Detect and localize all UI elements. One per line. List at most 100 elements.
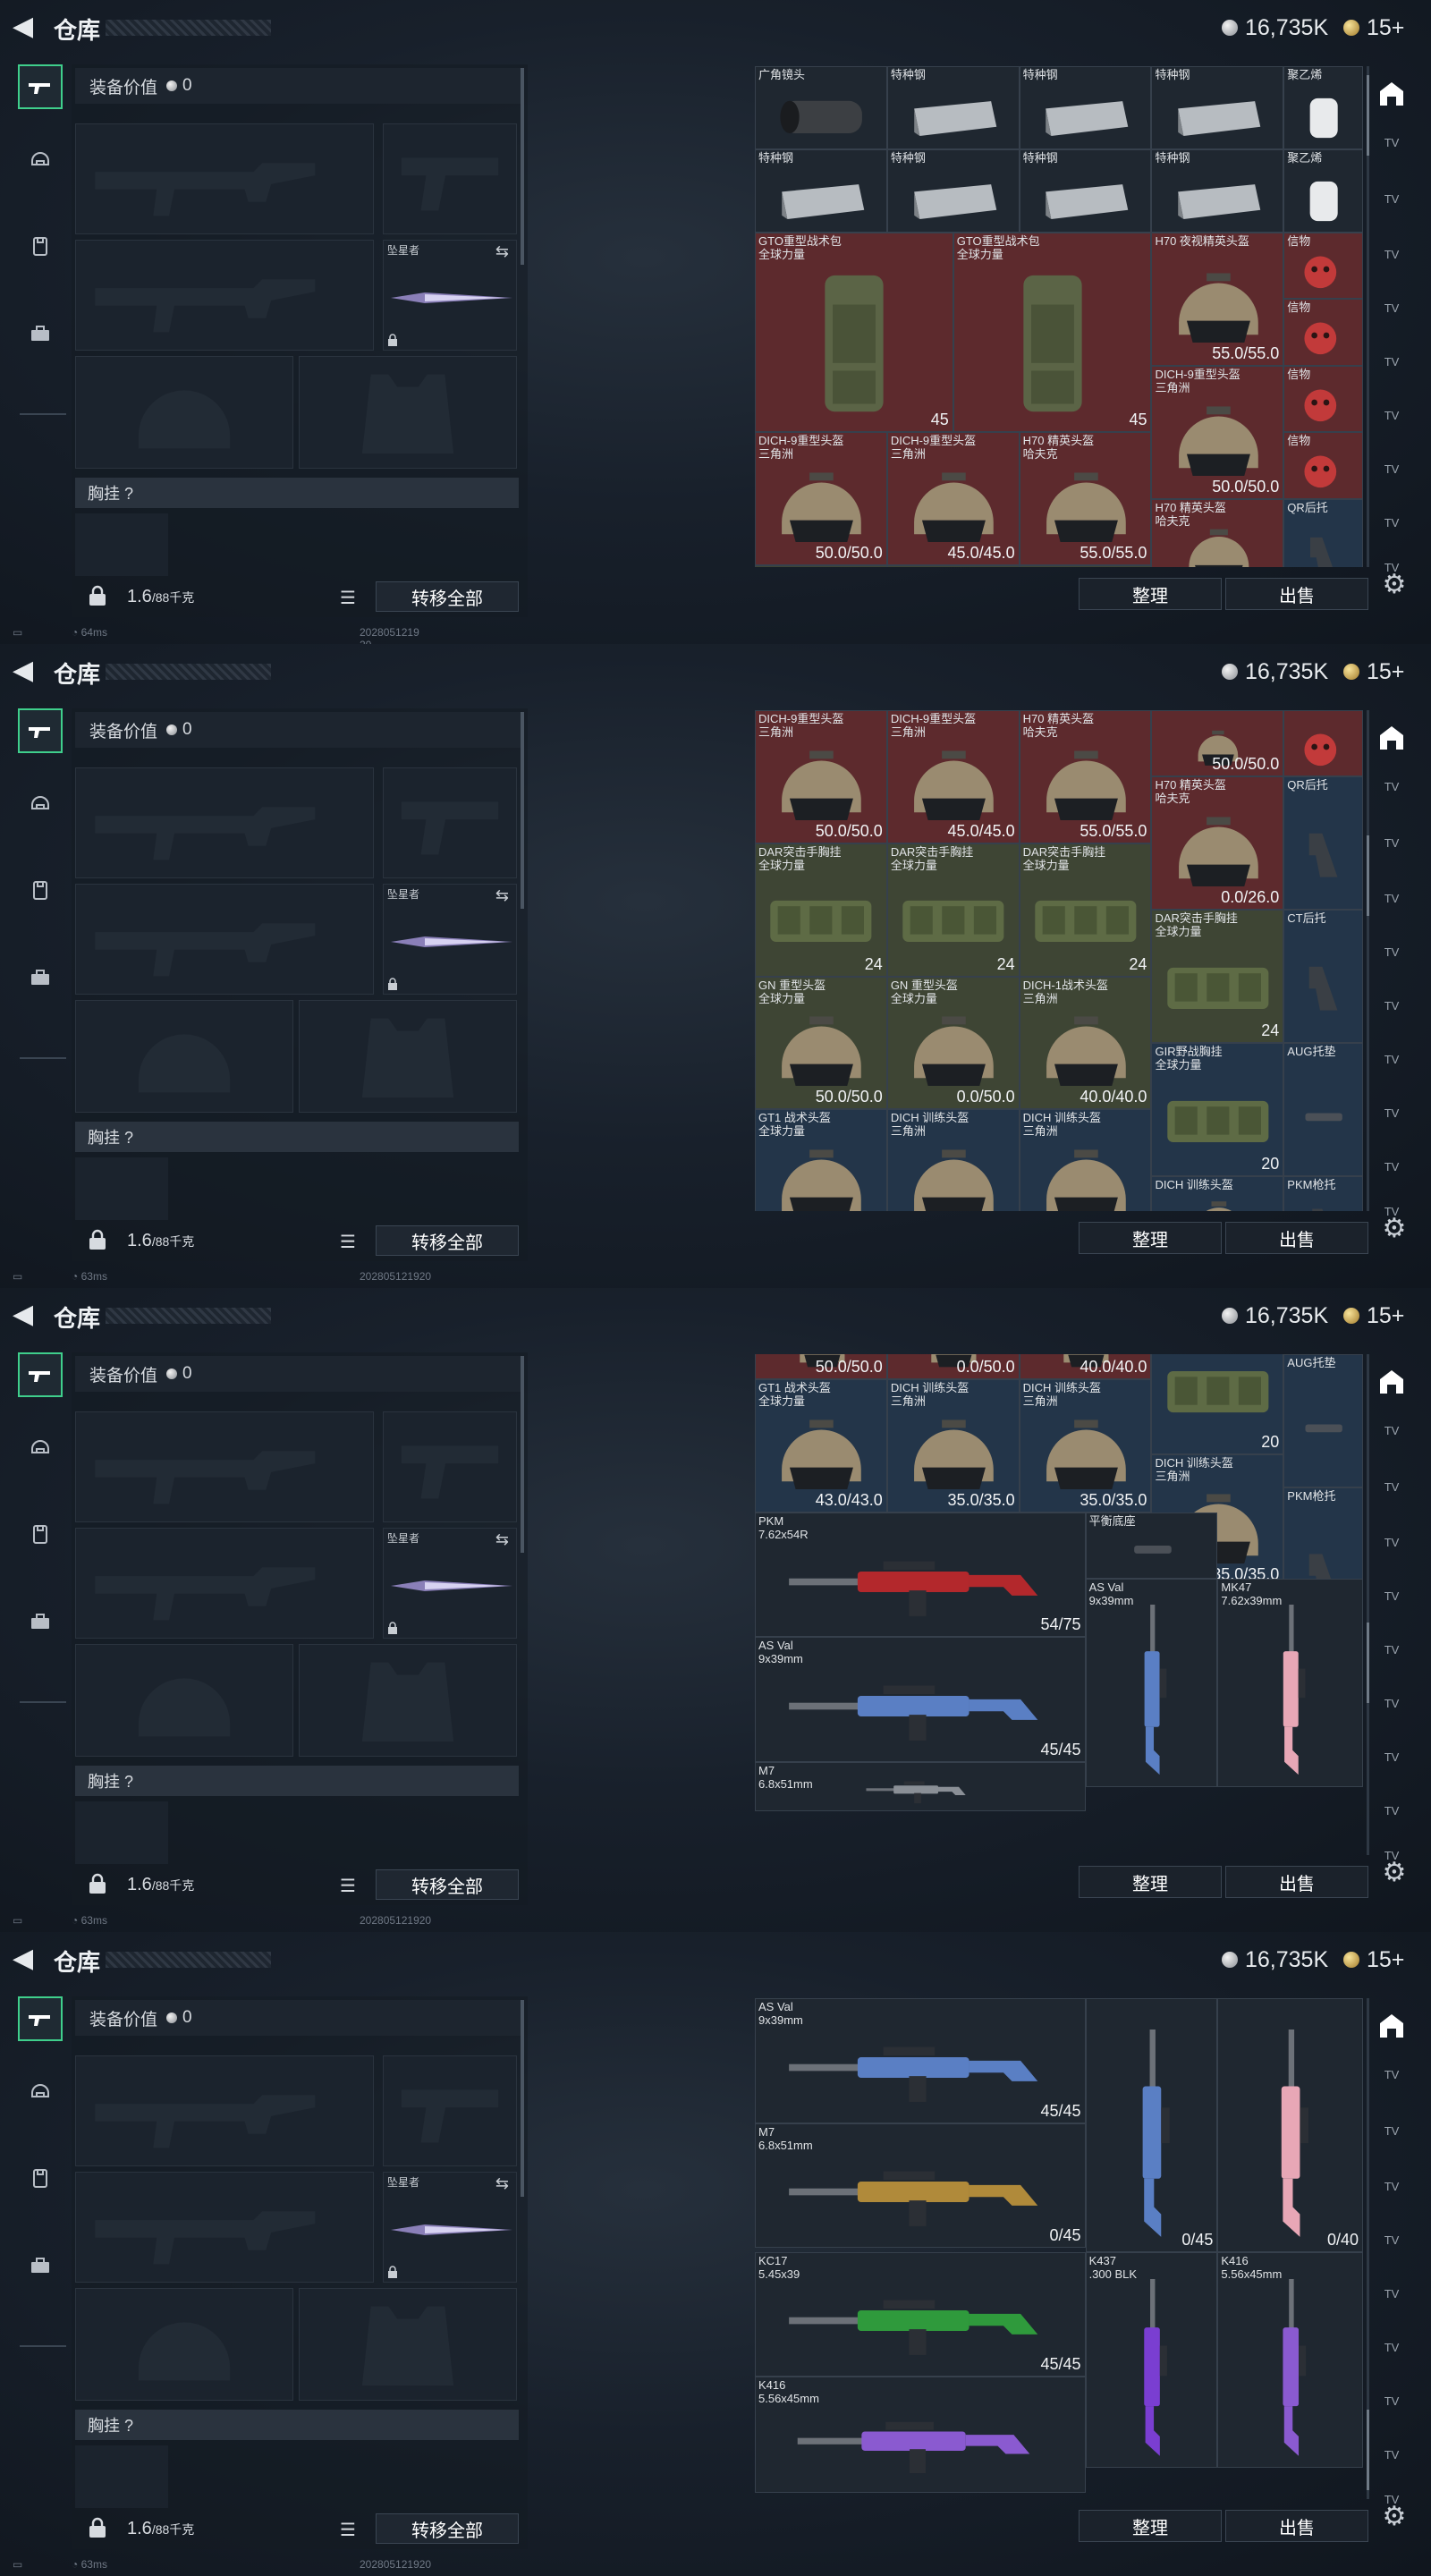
- helmet-slot[interactable]: [75, 2288, 293, 2401]
- tv-tab-2[interactable]: TV: [1372, 825, 1411, 860]
- inventory-item[interactable]: 40.0/40.0: [1019, 1354, 1152, 1379]
- helmet-category-icon[interactable]: [18, 780, 63, 825]
- melee-slot[interactable]: 坠星者 ⇆: [383, 1528, 517, 1639]
- inventory-item[interactable]: DICH 训练头盔 三角洲 35.0/35.0: [1019, 1378, 1152, 1513]
- inventory-item[interactable]: DAR突击手胸挂 全球力量 24: [755, 843, 887, 977]
- tv-tab-1[interactable]: TV: [1372, 124, 1411, 160]
- inventory-item[interactable]: 特种钢: [1019, 149, 1152, 233]
- inventory-item[interactable]: H70 精英头盔 哈夫克 55.0/55.0: [1019, 432, 1152, 565]
- inventory-item[interactable]: 0/45: [1085, 1998, 1218, 2252]
- gold-balance[interactable]: 15+: [1343, 14, 1404, 41]
- melee-slot[interactable]: 坠星者 ⇆: [383, 884, 517, 995]
- tv-tab-5[interactable]: TV: [1372, 2275, 1411, 2311]
- chest-rig-slot[interactable]: [75, 513, 168, 576]
- gear-icon[interactable]: ⚙: [1379, 1857, 1410, 1887]
- tv-tab-1[interactable]: TV: [1372, 1412, 1411, 1448]
- home-tab-icon[interactable]: [1372, 2007, 1411, 2043]
- inventory-item[interactable]: K416 5.56x45mm: [755, 2377, 1086, 2494]
- inventory-item[interactable]: GT1 战术头盔 全球力量 43.0/43.0: [755, 1378, 887, 1513]
- inventory-item[interactable]: 特种钢: [886, 66, 1020, 149]
- grid-scrollbar[interactable]: [1367, 710, 1369, 1211]
- inventory-item[interactable]: DICH-9重型头盔 三角洲 50.0/50.0: [1151, 365, 1284, 499]
- inventory-item[interactable]: 50.0/50.0: [755, 1354, 887, 1379]
- tv-tab-4[interactable]: TV: [1372, 1578, 1411, 1614]
- inventory-item[interactable]: DICH-9重型头盔 三角洲 50.0/50.0: [755, 432, 887, 565]
- list-icon[interactable]: ☰: [340, 587, 356, 609]
- pistol-slot[interactable]: [383, 123, 517, 234]
- tv-tab-7[interactable]: TV: [1372, 1095, 1411, 1131]
- inventory-item[interactable]: 信物: [1283, 299, 1363, 366]
- primary-weapon-slot[interactable]: [75, 1411, 374, 1522]
- inventory-item[interactable]: AS Val 9x39mm 45/45: [755, 1998, 1086, 2123]
- inventory-item[interactable]: 聚乙烯: [1283, 66, 1363, 149]
- swap-icon[interactable]: ⇆: [495, 1530, 509, 1549]
- home-tab-icon[interactable]: [1372, 1363, 1411, 1399]
- inventory-item[interactable]: DICH-9重型头盔 三角洲 45.0/45.0: [886, 432, 1020, 565]
- inventory-item[interactable]: QR后托: [1283, 498, 1363, 567]
- sort-button[interactable]: 整理: [1079, 1866, 1222, 1898]
- secondary-weapon-slot[interactable]: [75, 240, 374, 351]
- tv-tab-6[interactable]: TV: [1372, 2329, 1411, 2365]
- inventory-item[interactable]: DICH 训练头盔 三角洲: [1019, 1109, 1152, 1211]
- sort-button[interactable]: 整理: [1079, 2510, 1222, 2542]
- armor-slot[interactable]: [299, 2288, 517, 2401]
- pistol-slot[interactable]: [383, 1411, 517, 1522]
- primary-weapon-slot[interactable]: [75, 2055, 374, 2166]
- tv-tab-8[interactable]: TV: [1372, 504, 1411, 540]
- inventory-item[interactable]: GTO重型战术包 全球力量 45: [755, 233, 953, 433]
- inventory-item[interactable]: DICH 训练头盔 三角洲 35.0/35.0: [886, 1378, 1020, 1513]
- vest-category-icon[interactable]: [18, 224, 63, 268]
- inventory-item[interactable]: 0/40: [1217, 1998, 1363, 2252]
- inventory-item[interactable]: H70 夜视精英头盔 55.0/55.0: [1151, 233, 1284, 366]
- inventory-item[interactable]: MK47 7.62x39mm: [1217, 1579, 1363, 1787]
- helmet-category-icon[interactable]: [18, 1424, 63, 1469]
- inventory-item[interactable]: DICH-1战术头盔 三角洲 40.0/40.0: [1019, 976, 1152, 1110]
- weapon-category-icon[interactable]: [18, 708, 63, 753]
- loadout-scrollbar[interactable]: [521, 2000, 524, 2197]
- tv-tab-8[interactable]: TV: [1372, 2436, 1411, 2472]
- inventory-item[interactable]: [1283, 710, 1363, 777]
- loadout-scrollbar[interactable]: [521, 712, 524, 909]
- grid-scrollbar[interactable]: [1367, 1354, 1369, 1855]
- list-icon[interactable]: ☰: [340, 1231, 356, 1253]
- coin-balance[interactable]: 16,735K: [1222, 14, 1328, 41]
- coin-balance[interactable]: 16,735K: [1222, 1302, 1328, 1329]
- melee-slot[interactable]: 坠星者 ⇆: [383, 240, 517, 351]
- bag-category-icon[interactable]: [18, 1599, 63, 1644]
- inventory-item[interactable]: AUG托垫: [1283, 1354, 1363, 1487]
- list-icon[interactable]: ☰: [340, 1875, 356, 1897]
- inventory-item[interactable]: DAR突击手胸挂 全球力量 24: [1019, 843, 1152, 977]
- inventory-item[interactable]: 信物: [1283, 233, 1363, 300]
- tv-tab-4[interactable]: TV: [1372, 290, 1411, 326]
- inventory-item[interactable]: QR后托: [1283, 776, 1363, 911]
- tv-tab-1[interactable]: TV: [1372, 768, 1411, 804]
- inventory-item[interactable]: 特种钢: [1019, 66, 1152, 149]
- gold-balance[interactable]: 15+: [1343, 658, 1404, 685]
- back-icon[interactable]: ◀: [13, 13, 38, 41]
- sort-button[interactable]: 整理: [1079, 578, 1222, 610]
- tv-tab-3[interactable]: TV: [1372, 2168, 1411, 2204]
- tv-tab-3[interactable]: TV: [1372, 236, 1411, 272]
- tv-tab-6[interactable]: TV: [1372, 397, 1411, 433]
- tv-tab-3[interactable]: TV: [1372, 880, 1411, 916]
- inventory-item[interactable]: PKM 7.62x54R 54/75: [755, 1512, 1086, 1638]
- helmet-slot[interactable]: [75, 1644, 293, 1757]
- helmet-slot[interactable]: [75, 1000, 293, 1113]
- sell-button[interactable]: 出售: [1225, 1222, 1368, 1254]
- inventory-item[interactable]: M7 6.8x51mm 0/45: [755, 2123, 1086, 2248]
- inventory-item[interactable]: 特种钢: [1151, 66, 1284, 149]
- transfer-all-button[interactable]: 转移全部: [376, 1869, 519, 1900]
- chest-rig-slot[interactable]: [75, 1801, 168, 1864]
- list-icon[interactable]: ☰: [340, 2519, 356, 2541]
- inventory-item[interactable]: GTO重型战术包 全球力量 45: [953, 233, 1152, 433]
- transfer-all-button[interactable]: 转移全部: [376, 581, 519, 612]
- back-icon[interactable]: ◀: [13, 1301, 38, 1329]
- sell-button[interactable]: 出售: [1225, 2510, 1368, 2542]
- inventory-item[interactable]: DAR突击手胸挂 全球力量 24: [1151, 910, 1284, 1043]
- loadout-scrollbar[interactable]: [521, 1356, 524, 1553]
- inventory-item[interactable]: K416 5.56x45mm: [1217, 2251, 1363, 2469]
- inventory-item[interactable]: 平衡底座: [1085, 1512, 1218, 1580]
- inventory-item[interactable]: 聚乙烯: [1283, 149, 1363, 233]
- armor-slot[interactable]: [299, 1000, 517, 1113]
- bag-category-icon[interactable]: [18, 311, 63, 356]
